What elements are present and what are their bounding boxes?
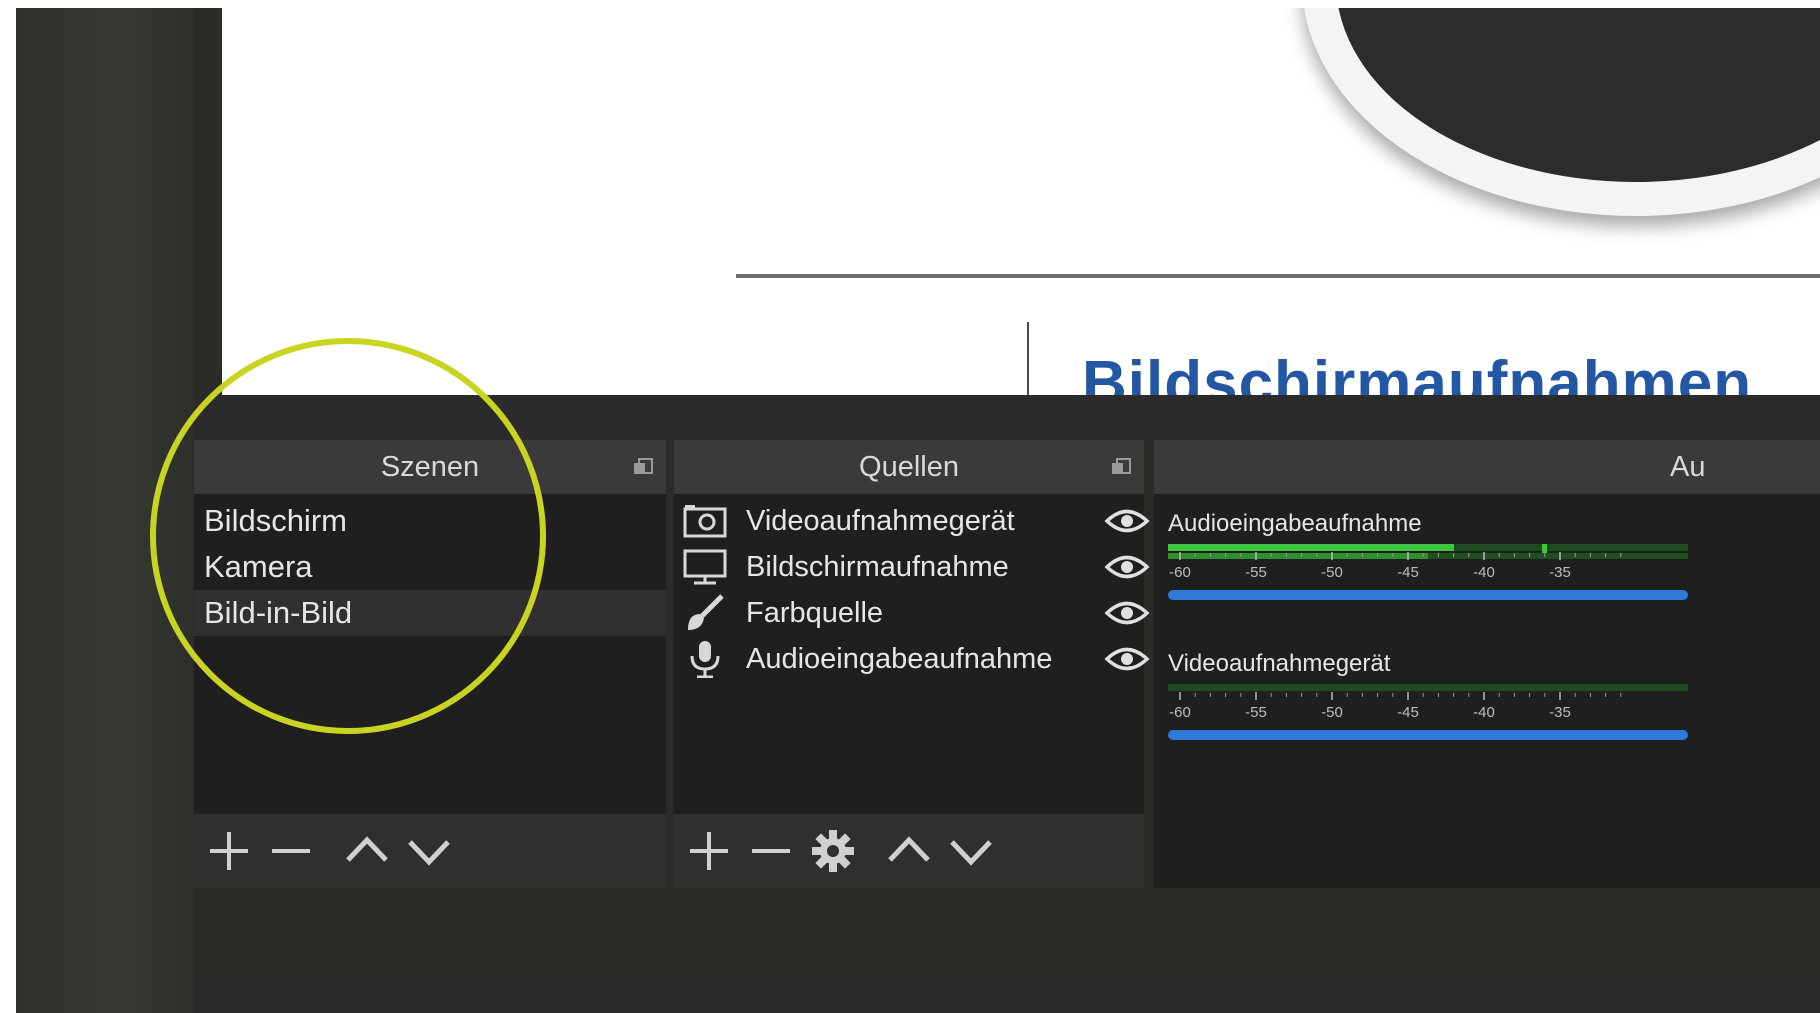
source-item-bildschirmaufnahme[interactable]: Bildschirmaufnahme bbox=[674, 544, 1200, 590]
source-item-audioeingabeaufnahme[interactable]: Audioeingabeaufnahme bbox=[674, 636, 1200, 682]
monitor-icon bbox=[683, 549, 727, 585]
remove-scene-minus-icon[interactable] bbox=[266, 826, 316, 876]
scene-item-bild-in-bild[interactable]: Bild-in-Bild bbox=[194, 590, 666, 636]
visibility-eye-icon[interactable] bbox=[1104, 552, 1150, 582]
source-move-up-chevron-up-icon[interactable] bbox=[884, 826, 934, 876]
bottom-bar bbox=[194, 968, 1820, 1013]
scenes-title: Szenen bbox=[380, 451, 480, 483]
source-label: Audioeingabeaufnahme bbox=[746, 643, 1053, 675]
brush-icon bbox=[688, 594, 724, 630]
sources-title: Quellen bbox=[859, 451, 959, 483]
audio-level-meter: -60 -55 -50 -45 -40 -35 bbox=[1168, 684, 1688, 721]
meter-tick-label: -40 bbox=[1473, 564, 1495, 581]
scene-move-down-chevron-down-icon[interactable] bbox=[404, 826, 454, 876]
obs-window: Bildschirmaufnahmen Szenen Bildschirm Ka… bbox=[16, 8, 1820, 1013]
undock-icon[interactable] bbox=[634, 458, 653, 476]
audio-mixer-title: Au bbox=[1670, 451, 1706, 483]
meter-scale: -60 -55 -50 -45 -40 -35 bbox=[1169, 692, 1622, 721]
mixer-channel-name: Videoaufnahmegerät bbox=[1168, 650, 1391, 677]
meter-tick-label: -55 bbox=[1245, 704, 1267, 721]
scenes-toolbar bbox=[194, 814, 666, 888]
meter-tick-label: -50 bbox=[1321, 704, 1343, 721]
sources-dock-header: Quellen bbox=[674, 440, 1144, 494]
scene-move-up-chevron-up-icon[interactable] bbox=[342, 826, 392, 876]
remove-source-minus-icon[interactable] bbox=[746, 826, 796, 876]
meter-tick-label: -50 bbox=[1321, 564, 1343, 581]
visibility-eye-icon[interactable] bbox=[1104, 598, 1150, 628]
add-scene-plus-icon[interactable] bbox=[204, 826, 254, 876]
scene-item-bildschirm[interactable]: Bildschirm bbox=[194, 498, 666, 544]
meter-tick-label: -45 bbox=[1397, 704, 1419, 721]
meter-tick-label: -60 bbox=[1169, 564, 1191, 581]
meter-tick-label: -40 bbox=[1473, 704, 1495, 721]
scenes-list: Bildschirm Kamera Bild-in-Bild bbox=[194, 498, 666, 636]
camera-icon bbox=[683, 505, 727, 538]
scenes-dock-header: Szenen bbox=[194, 440, 666, 494]
audio-mixer-dock: Au Audioeingabeaufnahme -60 -55 -50 -45 -40-… bbox=[1154, 440, 1820, 888]
preview-logo-graphic bbox=[1302, 8, 1820, 216]
volume-slider[interactable] bbox=[1168, 590, 1688, 600]
preview-vertical-line bbox=[1027, 322, 1029, 395]
scene-item-kamera[interactable]: Kamera bbox=[194, 544, 666, 590]
visibility-eye-icon[interactable] bbox=[1104, 644, 1150, 674]
window-left-edge bbox=[16, 8, 194, 1013]
volume-slider[interactable] bbox=[1168, 730, 1688, 740]
preview-bottom-bar bbox=[194, 395, 1820, 445]
source-item-farbquelle[interactable]: Farbquelle bbox=[674, 590, 1200, 636]
source-label: Videoaufnahmegerät bbox=[746, 505, 1015, 537]
mixer-channel-name: Audioeingabeaufnahme bbox=[1168, 510, 1422, 537]
preview-divider bbox=[736, 274, 1820, 278]
sources-toolbar bbox=[674, 814, 1144, 888]
preview-heading: Bildschirmaufnahmen bbox=[1082, 349, 1753, 395]
meter-tick-label: -55 bbox=[1245, 564, 1267, 581]
source-properties-gear-icon[interactable] bbox=[808, 826, 858, 876]
sources-list: Videoaufnahmegerät Bildschirmaufnahme Fa… bbox=[674, 498, 1200, 682]
audio-level-meter: -60 -55 -50 -45 -40 -35 bbox=[1168, 544, 1688, 581]
audio-mixer-dock-header: Au bbox=[1154, 440, 1820, 494]
microphone-icon bbox=[690, 641, 720, 678]
source-move-down-chevron-down-icon[interactable] bbox=[946, 826, 996, 876]
preview-canvas[interactable]: Bildschirmaufnahmen bbox=[222, 8, 1820, 395]
add-source-plus-icon[interactable] bbox=[684, 826, 734, 876]
source-label: Bildschirmaufnahme bbox=[746, 551, 1009, 583]
meter-tick-label: -35 bbox=[1549, 564, 1571, 581]
scenes-dock: Szenen Bildschirm Kamera Bild-in-Bild bbox=[194, 440, 666, 888]
sources-dock: Quellen Videoaufnahmegerät Bildschirmauf… bbox=[674, 440, 1200, 888]
source-label: Farbquelle bbox=[746, 597, 884, 629]
meter-tick-label: -45 bbox=[1397, 564, 1419, 581]
meter-tick-label: -35 bbox=[1549, 704, 1571, 721]
source-item-videoaufnahmegeraet[interactable]: Videoaufnahmegerät bbox=[674, 498, 1200, 544]
meter-tick-label: -60 bbox=[1169, 704, 1191, 721]
visibility-eye-icon[interactable] bbox=[1104, 506, 1150, 536]
undock-icon[interactable] bbox=[1112, 458, 1131, 476]
